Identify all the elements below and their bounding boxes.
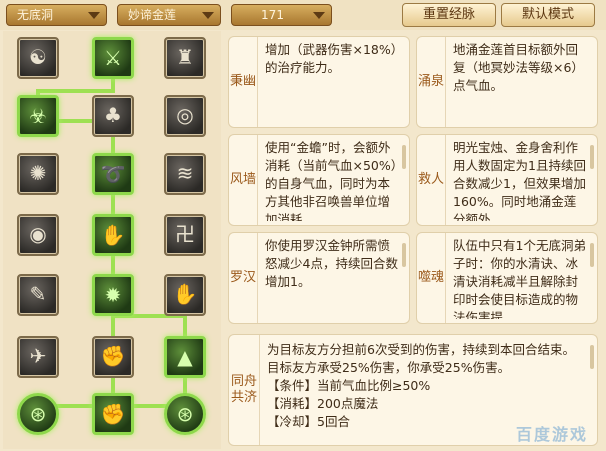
star-burst-icon: ✹ <box>104 283 122 307</box>
orb-icon: ◉ <box>29 222 47 246</box>
skill-card-desc: 使用“金蟾”时，会额外消耗（当前气血×50%）的自身气血，同时为本方其他非召唤兽… <box>265 140 398 221</box>
skill-card-desc: 地涌金莲首目标额外回复（地冥妙法等级×6）点气血。 <box>453 42 584 93</box>
points-value: 171 <box>261 8 284 22</box>
points-dropdown[interactable]: 171 <box>231 4 332 26</box>
rings-icon: ◎ <box>176 103 194 127</box>
chevron-down-icon <box>313 12 325 19</box>
skill-card-name: 涌泉 <box>417 37 446 127</box>
card-scrollbar[interactable] <box>402 243 406 267</box>
meridian-node[interactable]: ✊ <box>92 393 134 435</box>
beast-icon: ☣ <box>29 104 47 128</box>
meditate-icon: ☯ <box>29 45 47 69</box>
top-toolbar: 无底洞 妙谛金莲 171 重置经脉 默认模式 <box>0 0 606 30</box>
skill-card-name: 秉幽 <box>229 37 258 127</box>
reset-meridian-button[interactable]: 重置经脉 <box>402 3 496 27</box>
meridian-node[interactable]: 卍 <box>164 214 206 256</box>
meridian-node[interactable]: ≋ <box>164 153 206 195</box>
meridian-node[interactable]: ◉ <box>17 214 59 256</box>
meridian-node[interactable]: ⊛ <box>17 393 59 435</box>
scroll-icon: 卍 <box>175 222 195 246</box>
meridian-node[interactable]: ◎ <box>164 95 206 137</box>
wide-card-line: 为目标友方分担前6次受到的伤害，持续到本回合结束。 <box>267 342 575 357</box>
meridian-node[interactable]: ✺ <box>17 153 59 195</box>
claw-icon: ✋ <box>100 223 126 247</box>
sword-icon: ⚔ <box>104 46 122 70</box>
wide-card-name: 同舟共济 <box>229 335 260 445</box>
meridian-node[interactable]: ✊ <box>92 336 134 378</box>
skill-card-desc: 队伍中只有1个无底洞弟子时：你的水清诀、冰清诀消耗减半且解除封印时会使目标造成的… <box>453 238 586 319</box>
tree-icon: ♣ <box>104 103 122 127</box>
meridian-node[interactable]: ✋ <box>164 274 206 316</box>
skill-card-desc: 增加（武器伤害×18%）的治疗能力。 <box>265 42 398 75</box>
meridian-node[interactable]: ✈ <box>17 336 59 378</box>
skill-card-name: 噬魂 <box>417 233 446 323</box>
meridian-node[interactable]: ➰ <box>92 153 134 195</box>
meridian-node[interactable]: ⚔ <box>92 37 134 79</box>
meridian-node[interactable]: ☯ <box>17 37 59 79</box>
default-mode-button[interactable]: 默认模式 <box>501 3 595 27</box>
skill-card[interactable]: 救人 明光宝烛、金身舍利作用人数固定为1且持续回合数减少1，但效果增加160%。同… <box>416 134 598 226</box>
skill-card[interactable]: 罗汉 你使用罗汉金钟所需愤怒减少4点，持续回合数增加1。 <box>228 232 410 324</box>
school-dropdown-label: 无底洞 <box>17 8 54 22</box>
lotus-dropdown-label: 妙谛金莲 <box>128 8 177 22</box>
fist-icon: ✊ <box>100 344 126 368</box>
lotus-dropdown[interactable]: 妙谛金莲 <box>117 4 221 26</box>
meridian-node[interactable]: ▲ <box>164 336 206 378</box>
meridian-node[interactable]: ✹ <box>92 274 134 316</box>
skill-card-name: 罗汉 <box>229 233 258 323</box>
chevron-down-icon <box>88 12 100 19</box>
wide-card-line: 【条件】当前气血比例≥50% <box>267 378 431 393</box>
orb-left-icon: ⊛ <box>29 402 47 426</box>
hand-shake-icon: ✊ <box>100 402 126 426</box>
whirlwind-icon: ➰ <box>100 162 126 186</box>
skill-card-name: 风墙 <box>229 135 258 225</box>
temple-icon: ♜ <box>176 45 194 69</box>
card-scrollbar[interactable] <box>590 145 594 169</box>
wave-icon: ≋ <box>176 161 194 185</box>
wide-card-line: 目标友方承受25%伤害，你承受25%伤害。 <box>267 360 511 375</box>
watermark: 百度游戏 <box>515 425 588 444</box>
skill-card[interactable]: 涌泉 地涌金莲首目标额外回复（地冥妙法等级×6）点气血。 <box>416 36 598 128</box>
hands-icon: ✋ <box>172 282 198 306</box>
skill-card[interactable]: 噬魂 队伍中只有1个无底洞弟子时：你的水清诀、冰清诀消耗减半且解除封印时会使目标造… <box>416 232 598 324</box>
sun-icon: ✺ <box>29 161 47 185</box>
skill-card-desc: 你使用罗汉金钟所需愤怒减少4点，持续回合数增加1。 <box>265 238 398 289</box>
card-scrollbar[interactable] <box>590 243 594 267</box>
meridian-node[interactable]: ⊛ <box>164 393 206 435</box>
meridian-node[interactable]: ✎ <box>17 274 59 316</box>
skill-card[interactable]: 风墙 使用“金蟾”时，会额外消耗（当前气血×50%）的自身气血，同时为本方其他非召… <box>228 134 410 226</box>
chevron-down-icon <box>202 12 214 19</box>
runner-icon: ✈ <box>29 344 47 368</box>
meridian-node[interactable]: ✋ <box>92 214 134 256</box>
skill-card-name: 救人 <box>417 135 446 225</box>
stupa-icon: ▲ <box>177 345 193 369</box>
meridian-tree: ☯ ⚔ ♜ ☣ ♣ ◎ ✺ ➰ ≋ ◉ ✋ 卍 ✎ ✹ ✋ ✈ ✊ ▲ ⊛ ✊ ⊛ <box>3 31 221 449</box>
card-scrollbar[interactable] <box>590 345 594 369</box>
skill-card[interactable]: 秉幽 增加（武器伤害×18%）的治疗能力。 <box>228 36 410 128</box>
card-scrollbar[interactable] <box>402 145 406 169</box>
meridian-node[interactable]: ☣ <box>17 95 59 137</box>
boot-icon: ✎ <box>29 282 47 306</box>
meridian-node[interactable]: ♜ <box>164 37 206 79</box>
school-dropdown[interactable]: 无底洞 <box>6 4 107 26</box>
orb-right-icon: ⊛ <box>176 402 194 426</box>
skill-card-desc: 明光宝烛、金身舍利作用人数固定为1且持续回合数减少1，但效果增加160%。同时地… <box>453 140 586 221</box>
wide-card-line: 【消耗】200点魔法 <box>267 396 379 411</box>
meridian-node[interactable]: ♣ <box>92 95 134 137</box>
